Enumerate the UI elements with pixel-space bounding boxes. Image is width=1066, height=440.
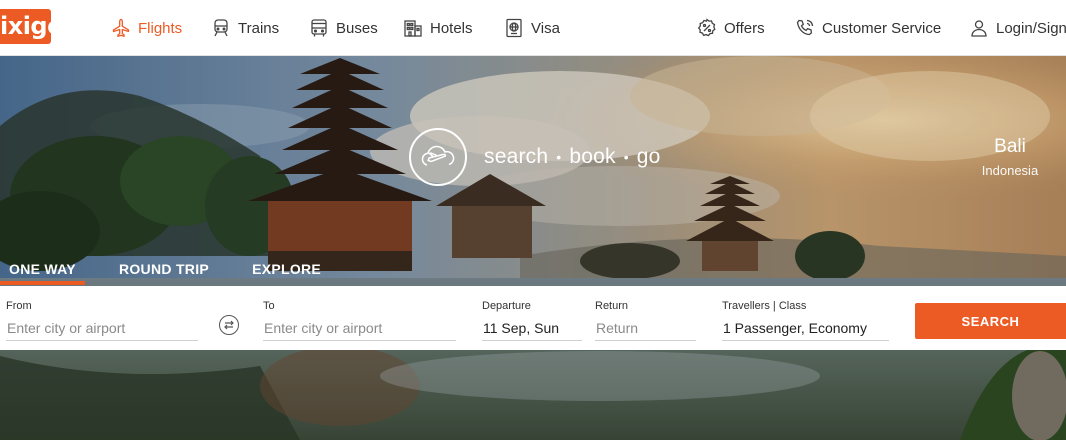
tagline-separator: • — [623, 149, 629, 165]
trip-type-tabs: ONE WAY ROUND TRIP EXPLORE — [0, 258, 355, 285]
nav-visa-label: Visa — [531, 19, 560, 37]
nav-trains-label: Trains — [238, 19, 280, 37]
hotel-icon — [404, 20, 422, 37]
nav-customer-service[interactable]: Customer Service — [795, 15, 941, 41]
tab-round-trip[interactable]: ROUND TRIP — [110, 258, 218, 285]
nav-buses[interactable]: Buses — [309, 15, 378, 41]
nav-login-label: Login/SignUp — [996, 19, 1066, 37]
from-label: From — [6, 300, 32, 312]
return-field: Return — [595, 300, 696, 341]
hero-tagline: search • book • go — [409, 128, 661, 186]
nav-flights[interactable]: Flights — [111, 15, 182, 41]
from-input[interactable] — [6, 319, 198, 341]
swap-icon[interactable] — [219, 315, 239, 335]
nav-buses-label: Buses — [336, 19, 378, 37]
departure-label: Departure — [482, 300, 531, 312]
departure-input[interactable] — [482, 319, 582, 341]
nav-trains[interactable]: Trains — [211, 15, 279, 41]
location-city: Bali — [994, 136, 1026, 157]
nav-visa[interactable]: Visa — [504, 15, 560, 41]
travellers-label: Travellers | Class — [722, 300, 807, 312]
nav-login[interactable]: Login/SignUp — [969, 15, 1066, 41]
from-field: From — [6, 300, 198, 341]
flight-search-form: From To Departure Return Travellers | Cl… — [0, 286, 1066, 350]
nav-flights-label: Flights — [138, 19, 183, 37]
to-field: To — [263, 300, 456, 341]
travellers-field: Travellers | Class — [722, 300, 889, 341]
plane-cloud-icon — [409, 128, 467, 186]
ixigo-logo[interactable]: ixigo — [0, 9, 51, 44]
search-button[interactable]: SEARCH — [915, 303, 1066, 339]
tab-one-way[interactable]: ONE WAY — [0, 258, 85, 285]
top-navigation: ixigo Flights Trains Buses Hotels — [0, 0, 1066, 56]
to-input[interactable] — [263, 319, 456, 341]
nav-hotels-label: Hotels — [430, 19, 473, 37]
tagline-separator: • — [556, 149, 562, 165]
nav-offers-label: Offers — [724, 19, 765, 37]
travellers-input[interactable] — [722, 319, 889, 341]
bus-icon — [311, 19, 327, 37]
tagline-go: go — [636, 145, 661, 168]
return-input[interactable] — [595, 319, 696, 341]
bali-temple-photo — [0, 56, 1066, 440]
photo-location: Bali Indonesia — [960, 136, 1060, 178]
plane-icon — [112, 18, 130, 37]
tab-explore[interactable]: EXPLORE — [243, 258, 330, 285]
nav-customer-service-label: Customer Service — [822, 19, 942, 37]
offers-icon — [697, 18, 716, 37]
to-label: To — [263, 300, 275, 312]
departure-field: Departure — [482, 300, 582, 341]
return-label: Return — [595, 300, 629, 312]
user-icon — [971, 20, 987, 37]
phone-icon — [796, 19, 814, 36]
nav-hotels[interactable]: Hotels — [403, 15, 473, 41]
tagline-search: search — [484, 145, 549, 168]
location-country: Indonesia — [981, 163, 1039, 178]
nav-offers[interactable]: Offers — [697, 15, 765, 41]
passport-icon — [506, 18, 522, 38]
tagline-book: book — [569, 145, 616, 168]
train-icon — [214, 19, 228, 37]
hero-banner: search • book • go Bali Indonesia ONE WA… — [0, 56, 1066, 440]
